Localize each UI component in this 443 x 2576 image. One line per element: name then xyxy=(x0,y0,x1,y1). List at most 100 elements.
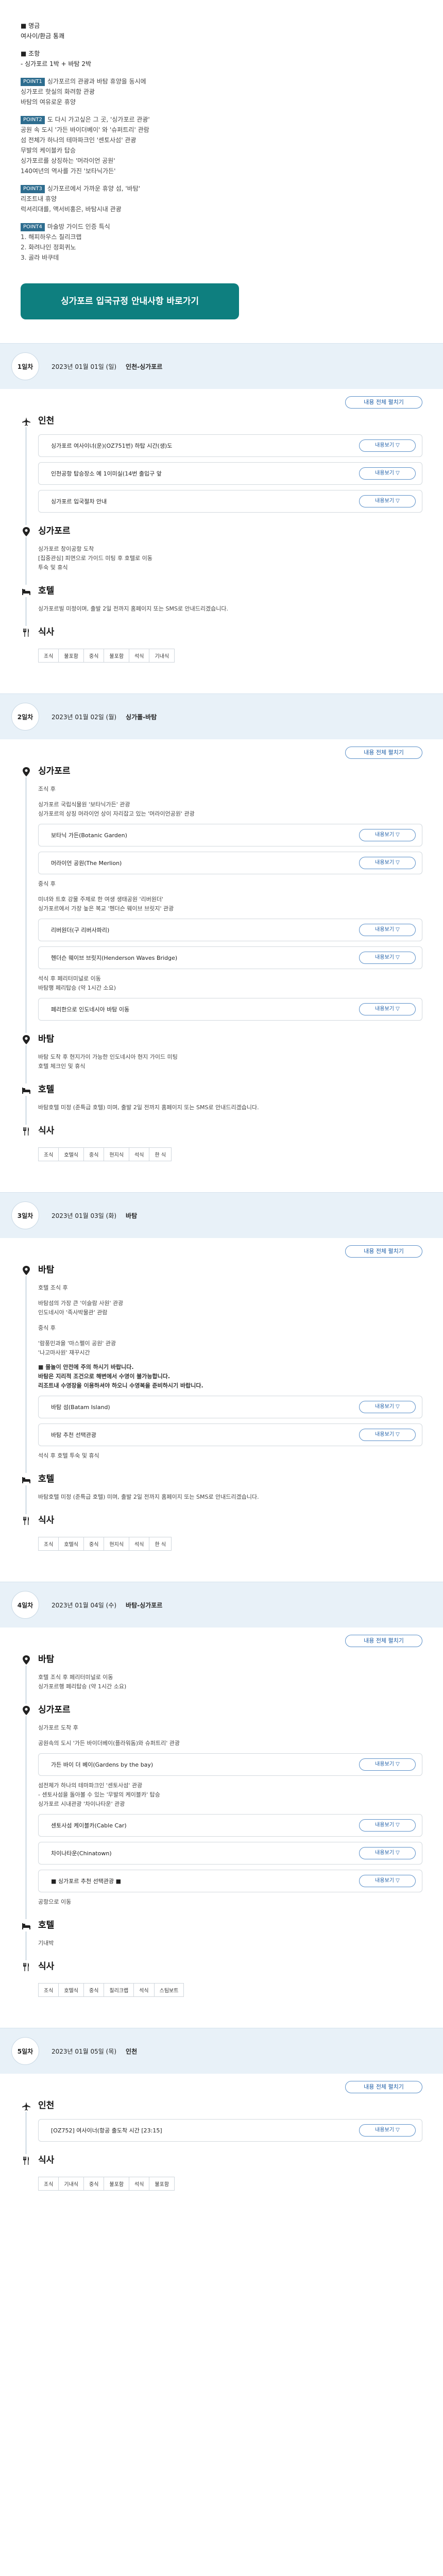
view-detail-button[interactable]: 내용보기 ▽ xyxy=(359,857,416,869)
itinerary-item[interactable]: ■ 싱가포르 추천 선택관광 ■ 내용보기 ▽ xyxy=(38,1870,422,1892)
section-title: 호텔 xyxy=(38,1474,55,1484)
notice-text: 바탐은 지리적 조건으로 해변에서 수영이 불가능합니다. xyxy=(38,1373,171,1380)
day-body: 내용 전체 펼치기 바탐 호텔 조식 후 페리터미널로 이동 싱가포르행 페리탑승 (… xyxy=(0,1628,443,2007)
expand-all-button[interactable]: 내용 전체 펼치기 xyxy=(345,396,422,409)
itinerary-item[interactable]: [OZ752] 여사이너(항공 출도착 시간 [23:15] 내용보기 ▽ xyxy=(38,2119,422,2142)
point-badge: POINT1 xyxy=(21,78,45,86)
itinerary-item[interactable]: 보타닉 가든(Botanic Garden) 내용보기 ▽ xyxy=(38,824,422,846)
section-text: 중식 후 xyxy=(38,1325,56,1331)
singapore-entry-rules-button[interactable]: 싱가포르 입국규정 안내사항 바로가기 xyxy=(21,283,239,319)
item-name: 바탐 추천 선택관광 xyxy=(51,1432,96,1438)
meal-value: 호텔식 xyxy=(59,1537,84,1550)
expand-all-button[interactable]: 내용 전체 펼치기 xyxy=(345,1245,422,1258)
point-line: 리조트내 휴양 xyxy=(21,194,422,204)
section-text: 섬전체가 하나의 테마파크인 '센토사섬' 관광 xyxy=(38,1782,143,1789)
point-text: 바탐의 여유로운 휴양 xyxy=(21,98,76,106)
utensils-icon xyxy=(21,2155,32,2166)
meal-label: 석식 xyxy=(129,649,150,662)
meal-label: 조식 xyxy=(39,1148,59,1161)
view-detail-button[interactable]: 내용보기 ▽ xyxy=(359,924,416,936)
view-detail-button[interactable]: 내용보기 ▽ xyxy=(359,2124,416,2137)
map-pin-icon xyxy=(21,766,32,777)
expand-all-button[interactable]: 내용 전체 펼치기 xyxy=(345,1635,422,1647)
meal-value: 현지식 xyxy=(104,1537,130,1550)
itinerary-item[interactable]: 머라이언 공원(The Merlion) 내용보기 ▽ xyxy=(38,852,422,874)
section-text: 바탐호텔 미정 (준특급 호텔) 미며, 출발 2일 전까지 홈페이지 또는 S… xyxy=(38,1494,259,1500)
itinerary-item[interactable]: 바탐 섬(Batam Island) 내용보기 ▽ xyxy=(38,1396,422,1418)
section-text: 바탐호텔 미정 (준특급 호텔) 미며, 출발 2일 전까지 홈페이지 또는 S… xyxy=(38,1104,259,1111)
view-detail-button[interactable]: 내용보기 ▽ xyxy=(359,1758,416,1771)
itinerary-section: 식사 조식 기내식 중식 불포함 석식 불포함 xyxy=(21,2154,422,2191)
section-text: 싱가포르 시내관광 '차이나타운' 관광 xyxy=(38,1801,125,1807)
itinerary-item[interactable]: 헨더슨 웨이브 브릿지(Henderson Waves Bridge) 내용보기 … xyxy=(38,946,422,969)
item-name: 헨더슨 웨이브 브릿지(Henderson Waves Bridge) xyxy=(51,955,178,961)
itinerary-item[interactable]: 바탐 추천 선택관광 내용보기 ▽ xyxy=(38,1423,422,1446)
view-detail-button[interactable]: 내용보기 ▽ xyxy=(359,1875,416,1887)
point-badge: POINT4 xyxy=(21,223,45,231)
day-card: 2일차 2023년 01월 02일 (월) 싱가폴-바탐 내용 전체 펼치기 싱가포르 조… xyxy=(0,693,443,1172)
section-text: 싱가포르 도착 후 xyxy=(38,1724,78,1731)
day-header: 3일차 2023년 01월 03일 (화) 바탐 xyxy=(0,1193,443,1238)
meal-table: 조식 호텔식 중식 칠리크랩 석식 스팀보트 xyxy=(38,1983,184,1997)
item-name: 보타닉 가든(Botanic Garden) xyxy=(51,832,127,839)
itinerary-item[interactable]: 가든 바이 더 베이(Gardens by the bay) 내용보기 ▽ xyxy=(38,1753,422,1776)
section-title: 인천 xyxy=(38,2100,55,2111)
day-header: 1일차 2023년 01월 01일 (일) 인천-싱가포르 xyxy=(0,344,443,389)
section-title: 식사 xyxy=(38,1126,55,1136)
view-detail-button[interactable]: 내용보기 ▽ xyxy=(359,467,416,480)
meal-label: 조식 xyxy=(39,1537,59,1550)
point-text: 무발의 케이블카 탑승 xyxy=(21,147,76,154)
view-detail-button[interactable]: 내용보기 ▽ xyxy=(359,952,416,964)
point-line: 2. 화려나인 정회퀴노 xyxy=(21,242,422,252)
itinerary-item[interactable]: 센토사섬 케이블카(Cable Car) 내용보기 ▽ xyxy=(38,1814,422,1837)
itinerary-item[interactable]: 차이나타운(Chinatown) 내용보기 ▽ xyxy=(38,1842,422,1865)
point-line: POINT3 싱가포르에서 가까운 휴양 섬, '바탐' xyxy=(21,183,422,194)
itinerary-section: 호텔 기내박 xyxy=(21,1919,422,1960)
item-name: ■ 싱가포르 추천 선택관광 ■ xyxy=(51,1878,121,1885)
section-text: 석식 후 호텔 투숙 및 휴식 xyxy=(38,1452,99,1459)
section-text: 바탐섬의 가장 큰 '이슬람 사원' 관광 xyxy=(38,1300,124,1307)
day-badge: 3일차 xyxy=(11,1201,39,1229)
hotel-icon xyxy=(21,586,32,597)
view-detail-button[interactable]: 내용보기 ▽ xyxy=(359,1847,416,1859)
notice-text: 리조트내 수영장을 이용하셔야 하오니 수영복을 준비하시기 바랍니다. xyxy=(38,1382,203,1389)
item-name: 차이나타운(Chinatown) xyxy=(51,1850,112,1857)
hotel-icon xyxy=(21,1474,32,1485)
point-text: 140여년의 역사를 가진 '보타닉가든' xyxy=(21,167,116,175)
view-detail-button[interactable]: 내용보기 ▽ xyxy=(359,439,416,452)
itinerary-item[interactable]: 리버원더(구 리버사파리) 내용보기 ▽ xyxy=(38,919,422,941)
point-line: POINT1 싱가포르의 관광과 바탐 휴양을 동시에 xyxy=(21,76,422,87)
itinerary-item[interactable]: 싱가포르 입국절차 안내 내용보기 ▽ xyxy=(38,490,422,513)
meal-value: 기내식 xyxy=(155,654,169,659)
view-detail-button[interactable]: 내용보기 ▽ xyxy=(359,495,416,507)
itinerary-section: 식사 조식 호텔식 중식 현지식 석식 한 식 xyxy=(21,1514,422,1551)
view-detail-button[interactable]: 내용보기 ▽ xyxy=(359,1819,416,1832)
view-detail-button[interactable]: 내용보기 ▽ xyxy=(359,1429,416,1441)
point-text: 싱가포르에서 가까운 휴양 섬, '바탐' xyxy=(47,185,141,192)
itinerary-item[interactable]: 페리한으로 인도네시아 바탐 이동 내용보기 ▽ xyxy=(38,998,422,1021)
itinerary-item[interactable]: 인천공항 탑승장소 예 1이미실(14번 출입구 앞 내용보기 ▽ xyxy=(38,462,422,485)
meal-value: 기내식 xyxy=(59,2177,84,2190)
utensils-icon xyxy=(21,627,32,638)
section-text: [집중관심] 피면으로 가이드 미팅 후 호텔로 이동 xyxy=(38,555,152,562)
meal-label: 조식 xyxy=(39,1984,59,1996)
section-title: 싱가포르 xyxy=(38,766,71,776)
section-title: 식사 xyxy=(38,2155,55,2165)
meal-value: 현지식 xyxy=(104,1148,130,1161)
expand-all-button[interactable]: 내용 전체 펼치기 xyxy=(345,747,422,759)
meal-label: 석식 xyxy=(129,1537,150,1550)
map-pin-icon xyxy=(21,1034,32,1045)
expand-all-button[interactable]: 내용 전체 펼치기 xyxy=(345,2081,422,2093)
meal-value: 스팀보트 xyxy=(159,1988,179,1994)
point-text: 1. 해피하우스 칠리크랩 xyxy=(21,233,82,241)
view-detail-button[interactable]: 내용보기 ▽ xyxy=(359,1401,416,1413)
point-badge: POINT3 xyxy=(21,185,45,193)
meal-label: 석식 xyxy=(129,2177,150,2190)
section-title: 바탐 xyxy=(38,1265,55,1275)
view-detail-button[interactable]: 내용보기 ▽ xyxy=(359,829,416,841)
itinerary-item[interactable]: 싱가포르 여사이너(운)(OZ751번) 하탑 시간(생)도 내용보기 ▽ xyxy=(38,434,422,457)
view-detail-button[interactable]: 내용보기 ▽ xyxy=(359,1003,416,1015)
point-line: 섬 전체가 하나의 테마파크인 '센토사섬' 관광 xyxy=(21,135,422,145)
